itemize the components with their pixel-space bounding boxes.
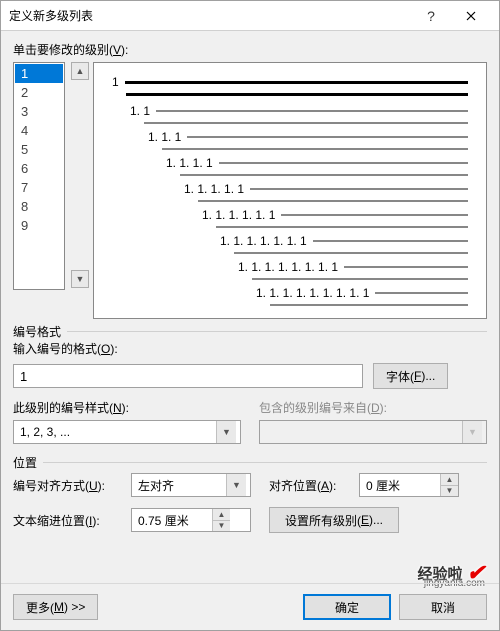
chevron-down-icon: ▼	[216, 421, 236, 443]
position-group: 位置 编号对齐方式(U): 左对齐 ▼ 对齐位置(A): ▲ ▼	[13, 462, 487, 533]
close-icon	[466, 11, 476, 21]
level-item[interactable]: 7	[15, 178, 63, 197]
preview-bar	[252, 278, 468, 280]
number-format-legend: 编号格式	[13, 323, 67, 340]
number-align-select[interactable]: 左对齐 ▼	[131, 473, 251, 497]
number-align-value: 左对齐	[138, 477, 174, 494]
preview-bar	[375, 292, 468, 294]
number-style-select[interactable]: 1, 2, 3, ... ▼	[13, 420, 241, 444]
preview-number: 1. 1. 1	[148, 130, 181, 144]
set-all-levels-button[interactable]: 设置所有级别(E)...	[269, 507, 399, 533]
titlebar: 定义新多级列表 ?	[1, 1, 499, 31]
preview-number: 1. 1. 1. 1. 1. 1. 1. 1. 1	[256, 286, 369, 300]
help-button[interactable]: ?	[411, 2, 451, 30]
close-button[interactable]	[451, 2, 491, 30]
more-button[interactable]: 更多(M) >>	[13, 594, 98, 620]
list-preview: 1 1. 1 1. 1. 1 1. 1. 1. 1 1. 1. 1. 1. 1 1. 1.…	[93, 62, 487, 319]
preview-number: 1. 1. 1. 1. 1	[184, 182, 244, 196]
preview-number: 1. 1. 1. 1. 1. 1	[202, 208, 275, 222]
dialog-window: 定义新多级列表 ? 单击要修改的级别(V): 123456789 ▲ ▼ 11.…	[0, 0, 500, 631]
preview-bar	[216, 226, 468, 228]
include-level-label: 包含的级别编号来自(D):	[259, 399, 487, 416]
preview-bar	[144, 122, 468, 124]
dialog-footer: 更多(M) >> 确定 取消	[1, 583, 499, 630]
preview-bar	[187, 136, 468, 138]
level-item[interactable]: 6	[15, 159, 63, 178]
number-align-label: 编号对齐方式(U):	[13, 477, 121, 494]
preview-row: 1. 1. 1. 1	[166, 156, 468, 170]
preview-row: 1. 1. 1. 1. 1. 1. 1. 1. 1	[256, 286, 468, 300]
chevron-down-icon: ▼	[226, 474, 246, 496]
text-indent-value[interactable]	[132, 509, 212, 531]
preview-bar	[270, 304, 468, 306]
level-listbox[interactable]: 123456789	[13, 62, 65, 290]
preview-bar	[180, 174, 468, 176]
align-at-label: 对齐位置(A):	[269, 477, 349, 494]
click-level-label: 单击要修改的级别(V):	[13, 41, 487, 58]
text-indent-label: 文本缩进位置(I):	[13, 512, 121, 529]
preview-row: 1. 1. 1. 1. 1	[184, 182, 468, 196]
preview-bar	[126, 93, 468, 96]
level-scroll-up[interactable]: ▲	[71, 62, 89, 80]
preview-bar	[156, 110, 468, 112]
font-button[interactable]: 字体(F)...	[373, 363, 448, 389]
number-format-group: 编号格式 输入编号的格式(O): 字体(F)... 此级别的编号样式(N): 1…	[13, 331, 487, 444]
spinner-down-icon[interactable]: ▼	[213, 521, 230, 532]
level-item[interactable]: 8	[15, 197, 63, 216]
level-item[interactable]: 1	[15, 64, 63, 83]
level-item[interactable]: 9	[15, 216, 63, 235]
cancel-button[interactable]: 取消	[399, 594, 487, 620]
chevron-down-icon: ▼	[462, 421, 482, 443]
spinner-down-icon[interactable]: ▼	[441, 486, 458, 497]
preview-bar	[219, 162, 468, 164]
number-style-value: 1, 2, 3, ...	[20, 425, 70, 439]
level-item[interactable]: 3	[15, 102, 63, 121]
preview-bar	[234, 252, 468, 254]
preview-bar	[250, 188, 468, 190]
align-at-spinner[interactable]: ▲ ▼	[359, 473, 459, 497]
spinner-up-icon[interactable]: ▲	[441, 474, 458, 486]
number-style-label: 此级别的编号样式(N):	[13, 399, 241, 416]
preview-number: 1. 1. 1. 1	[166, 156, 213, 170]
level-item[interactable]: 5	[15, 140, 63, 159]
align-at-value[interactable]	[360, 474, 440, 496]
preview-number: 1. 1. 1. 1. 1. 1. 1. 1	[238, 260, 338, 274]
preview-number: 1	[112, 75, 119, 89]
dialog-content: 单击要修改的级别(V): 123456789 ▲ ▼ 11. 11. 1. 11…	[1, 31, 499, 541]
preview-row: 1. 1. 1. 1. 1. 1. 1	[220, 234, 468, 248]
level-scroll-down[interactable]: ▼	[71, 270, 89, 288]
ok-button[interactable]: 确定	[303, 594, 391, 620]
position-legend: 位置	[13, 454, 43, 471]
preview-number: 1. 1	[130, 104, 150, 118]
preview-row: 1. 1	[130, 104, 468, 118]
spinner-up-icon[interactable]: ▲	[213, 509, 230, 521]
number-format-input[interactable]	[13, 364, 363, 388]
include-level-select: ▼	[259, 420, 487, 444]
preview-bar	[125, 81, 468, 84]
preview-bar	[281, 214, 468, 216]
preview-number: 1. 1. 1. 1. 1. 1. 1	[220, 234, 307, 248]
preview-bar	[162, 148, 468, 150]
preview-bar	[198, 200, 468, 202]
preview-row: 1. 1. 1. 1. 1. 1	[202, 208, 468, 222]
enter-format-label: 输入编号的格式(O):	[13, 340, 487, 357]
preview-bar	[344, 266, 468, 268]
preview-row: 1. 1. 1	[148, 130, 468, 144]
preview-row: 1	[112, 75, 468, 89]
preview-row: 1. 1. 1. 1. 1. 1. 1. 1	[238, 260, 468, 274]
level-item[interactable]: 4	[15, 121, 63, 140]
window-title: 定义新多级列表	[9, 7, 411, 24]
text-indent-spinner[interactable]: ▲ ▼	[131, 508, 251, 532]
level-item[interactable]: 2	[15, 83, 63, 102]
preview-bar	[313, 240, 468, 242]
